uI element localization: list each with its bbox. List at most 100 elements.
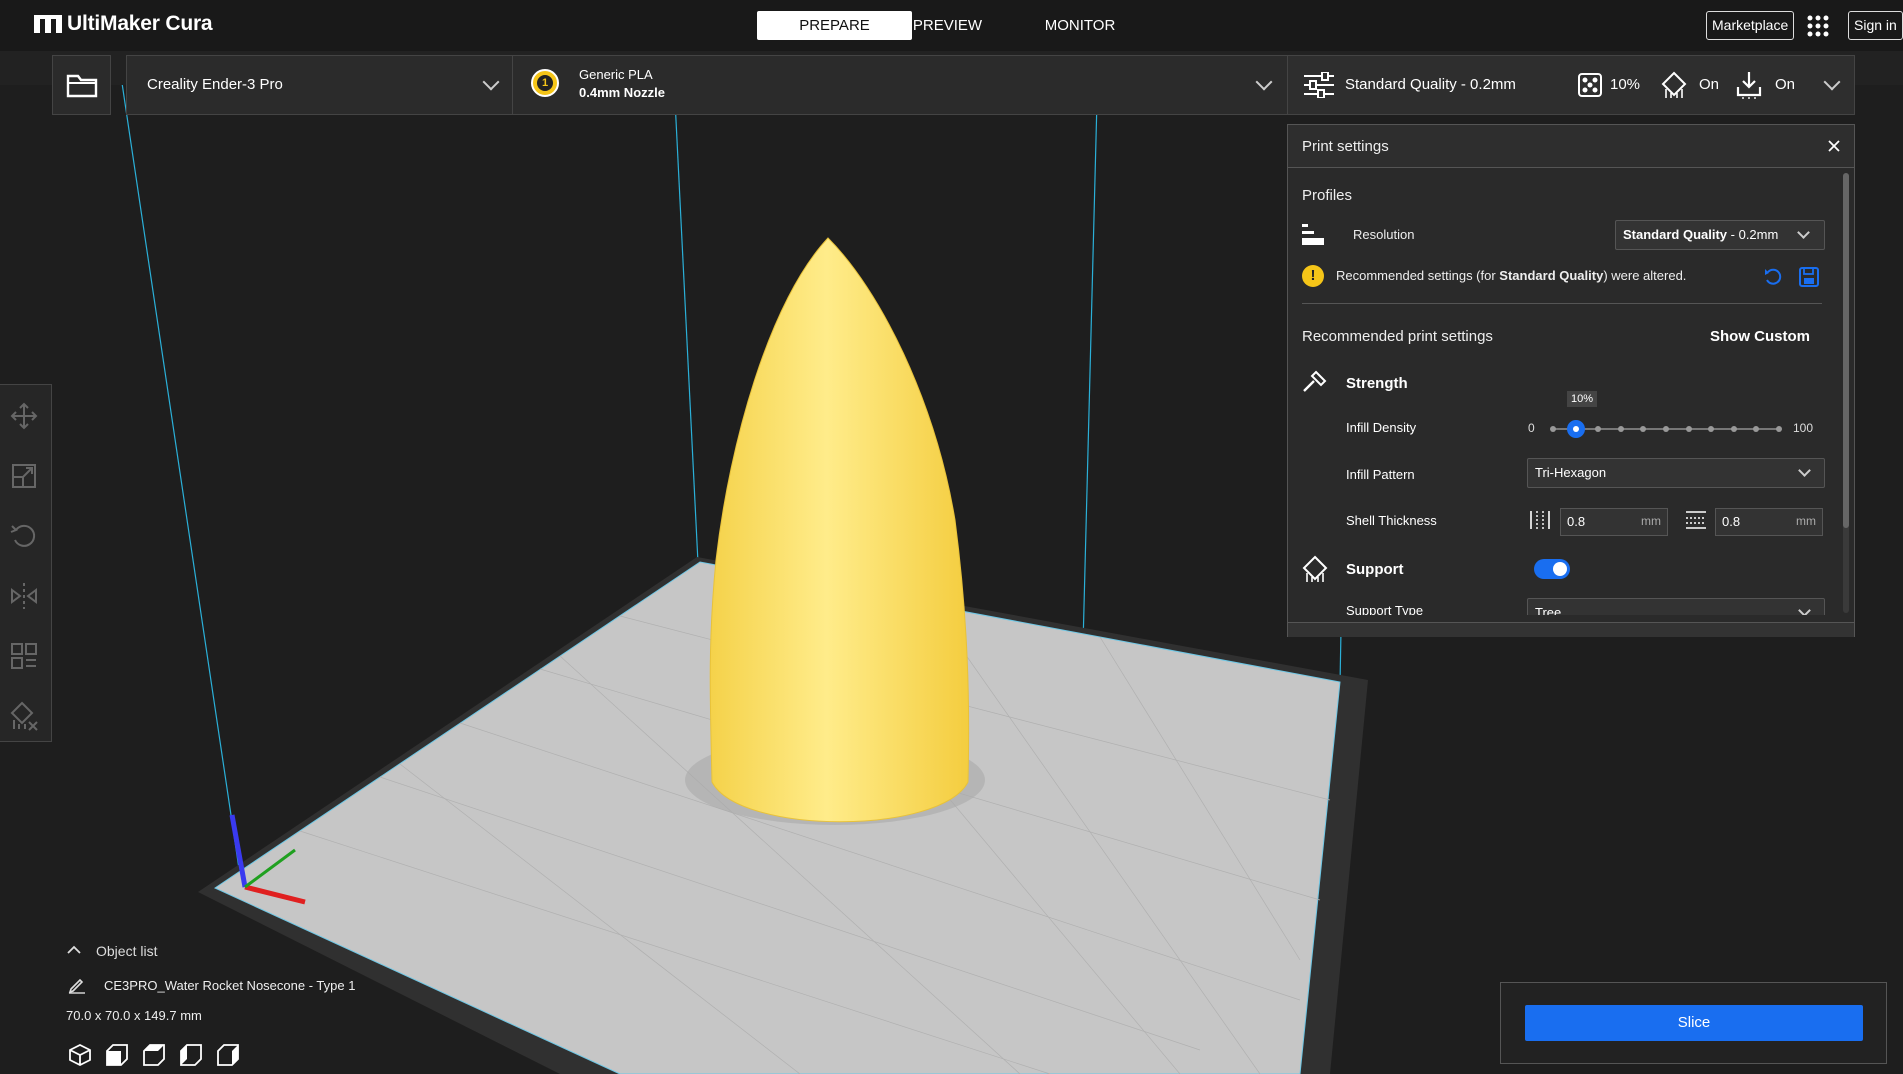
- resolution-value-rest: - 0.2mm: [1727, 227, 1779, 242]
- view-top-icon[interactable]: [142, 1043, 166, 1067]
- top-bar: UltiMaker Cura PREPARE PREVIEW MONITOR M…: [0, 0, 1903, 51]
- reset-icon[interactable]: [1763, 267, 1783, 287]
- infill-value: 10%: [1610, 76, 1641, 93]
- move-icon[interactable]: [8, 400, 40, 432]
- panel-resize-handle[interactable]: [1288, 622, 1854, 637]
- infill-icon: [1578, 73, 1602, 97]
- view-front-icon[interactable]: [105, 1043, 129, 1067]
- print-settings-panel: Print settings Profiles Resolution Stand…: [1287, 124, 1855, 637]
- slider-tick: [1640, 426, 1647, 432]
- support-toggle[interactable]: [1534, 559, 1570, 579]
- rotate-icon[interactable]: [8, 520, 40, 552]
- material-selector[interactable]: 1 Generic PLA 0.4mm Nozzle: [512, 55, 1289, 115]
- top-bottom-thickness-field[interactable]: 0.8 mm: [1715, 508, 1823, 536]
- support-type-dropdown[interactable]: Tree: [1527, 598, 1825, 615]
- slider-tick: [1753, 426, 1760, 432]
- support-blocker-icon[interactable]: [8, 700, 40, 732]
- open-file-button[interactable]: [52, 55, 111, 115]
- chevron-up-icon[interactable]: [67, 945, 81, 955]
- tab-preview[interactable]: PREVIEW: [895, 11, 1000, 40]
- tab-monitor[interactable]: MONITOR: [1030, 11, 1130, 40]
- show-custom-button[interactable]: Show Custom: [1710, 328, 1810, 345]
- material-name: Generic PLA: [579, 67, 653, 82]
- wall-thickness-field[interactable]: 0.8 mm: [1560, 508, 1668, 536]
- scale-icon[interactable]: [8, 460, 40, 492]
- print-settings-selector[interactable]: Standard Quality - 0.2mm 10% On On: [1287, 55, 1855, 115]
- slider-tick: [1550, 426, 1556, 432]
- chevron-down-icon: [1823, 73, 1841, 91]
- slider-tick: [1730, 426, 1737, 432]
- extruder-number: 1: [537, 75, 553, 91]
- sliders-icon: [1304, 72, 1334, 98]
- resolution-value-bold: Standard Quality: [1623, 227, 1728, 242]
- printer-name: Creality Ender-3 Pro: [147, 76, 283, 93]
- chevron-down-icon: [1798, 604, 1811, 615]
- view-3d-icon[interactable]: [68, 1043, 92, 1067]
- slider-min-label: 0: [1528, 421, 1535, 435]
- wall-thickness-icon: [1530, 511, 1550, 529]
- toggle-knob: [1553, 562, 1567, 576]
- wall-thickness-unit: mm: [1641, 514, 1661, 528]
- chevron-down-icon: [482, 73, 500, 91]
- extruder-badge-icon: 1: [531, 69, 559, 97]
- app-title: UltiMaker Cura: [67, 12, 213, 35]
- save-icon[interactable]: [1799, 267, 1819, 287]
- infill-tooltip: 10%: [1567, 391, 1598, 407]
- object-dimensions: 70.0 x 70.0 x 149.7 mm: [66, 1008, 202, 1023]
- adhesion-icon: [1736, 72, 1762, 99]
- slider-handle[interactable]: [1566, 420, 1585, 438]
- support-type-row-clipped: Support Type Tree: [1288, 595, 1844, 615]
- chevron-down-icon: [1798, 464, 1811, 477]
- sign-in-button[interactable]: Sign in: [1848, 11, 1903, 40]
- edit-pencil-icon[interactable]: [68, 976, 86, 994]
- infill-density-slider[interactable]: [1550, 417, 1783, 441]
- strength-hammer-icon: [1303, 370, 1327, 392]
- support-heading: Support: [1346, 561, 1404, 578]
- tab-prepare[interactable]: PREPARE: [757, 11, 912, 40]
- left-toolbar: [0, 384, 52, 742]
- altered-settings-alert: Recommended settings (for Standard Quali…: [1336, 268, 1686, 283]
- infill-density-label: Infill Density: [1346, 420, 1417, 435]
- object-list-label[interactable]: Object list: [96, 943, 157, 959]
- slider-max-label: 100: [1793, 421, 1814, 435]
- adhesion-value: On: [1775, 76, 1796, 93]
- panel-title: Print settings: [1302, 138, 1389, 155]
- ultimaker-logo-icon: [34, 15, 62, 33]
- resolution-label: Resolution: [1353, 227, 1415, 242]
- slider-tick: [1708, 426, 1715, 432]
- view-left-icon[interactable]: [179, 1043, 203, 1067]
- marketplace-button[interactable]: Marketplace: [1706, 11, 1795, 40]
- support-type-value: Tree: [1535, 605, 1562, 615]
- chevron-down-icon: [1255, 73, 1273, 91]
- apps-grid-icon[interactable]: [1806, 14, 1830, 38]
- object-name[interactable]: CE3PRO_Water Rocket Nosecone - Type 1: [104, 978, 355, 993]
- divider: [1302, 303, 1822, 304]
- slider-tick: [1595, 426, 1602, 432]
- support-value: On: [1699, 76, 1720, 93]
- close-icon[interactable]: [1828, 140, 1840, 152]
- alert-text-bold: Standard Quality: [1499, 268, 1604, 283]
- support-section-icon: [1302, 555, 1328, 582]
- infill-pattern-value: Tri-Hexagon: [1535, 465, 1607, 480]
- recommended-heading: Recommended print settings: [1302, 328, 1493, 345]
- infill-pattern-dropdown[interactable]: Tri-Hexagon: [1527, 458, 1825, 488]
- mirror-icon[interactable]: [8, 580, 40, 612]
- scrollbar-thumb[interactable]: [1843, 173, 1849, 528]
- support-icon: [1661, 71, 1687, 98]
- open-folder-icon: [66, 74, 98, 98]
- alert-text-post: ) were altered.: [1603, 268, 1687, 283]
- per-model-settings-icon[interactable]: [8, 640, 40, 672]
- resolution-icon: [1302, 224, 1324, 245]
- infill-pattern-label: Infill Pattern: [1346, 467, 1415, 482]
- panel-scrollbar[interactable]: [1843, 173, 1849, 613]
- support-type-label: Support Type: [1346, 603, 1424, 615]
- slider-tick: [1663, 426, 1669, 432]
- resolution-dropdown[interactable]: Standard Quality - 0.2mm: [1615, 220, 1825, 250]
- top-bottom-thickness-icon: [1686, 511, 1706, 529]
- slice-button[interactable]: Slice: [1525, 1005, 1863, 1041]
- top-bottom-thickness-unit: mm: [1796, 514, 1816, 528]
- printer-selector[interactable]: Creality Ender-3 Pro: [126, 55, 514, 115]
- profiles-heading: Profiles: [1302, 187, 1353, 204]
- alert-text-pre: Recommended settings (for: [1336, 268, 1500, 283]
- view-right-icon[interactable]: [216, 1043, 240, 1067]
